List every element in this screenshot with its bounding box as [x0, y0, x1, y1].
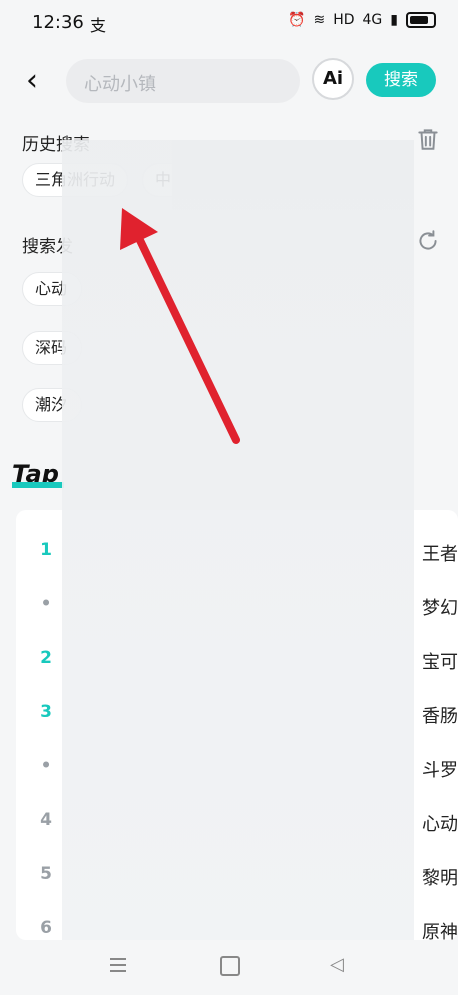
system-nav-bar: ◁	[0, 940, 458, 995]
menu-icon[interactable]	[108, 956, 128, 974]
back-nav-icon[interactable]: ◁	[330, 954, 344, 975]
home-icon[interactable]	[220, 956, 240, 976]
annotation-arrow-icon	[120, 208, 240, 444]
